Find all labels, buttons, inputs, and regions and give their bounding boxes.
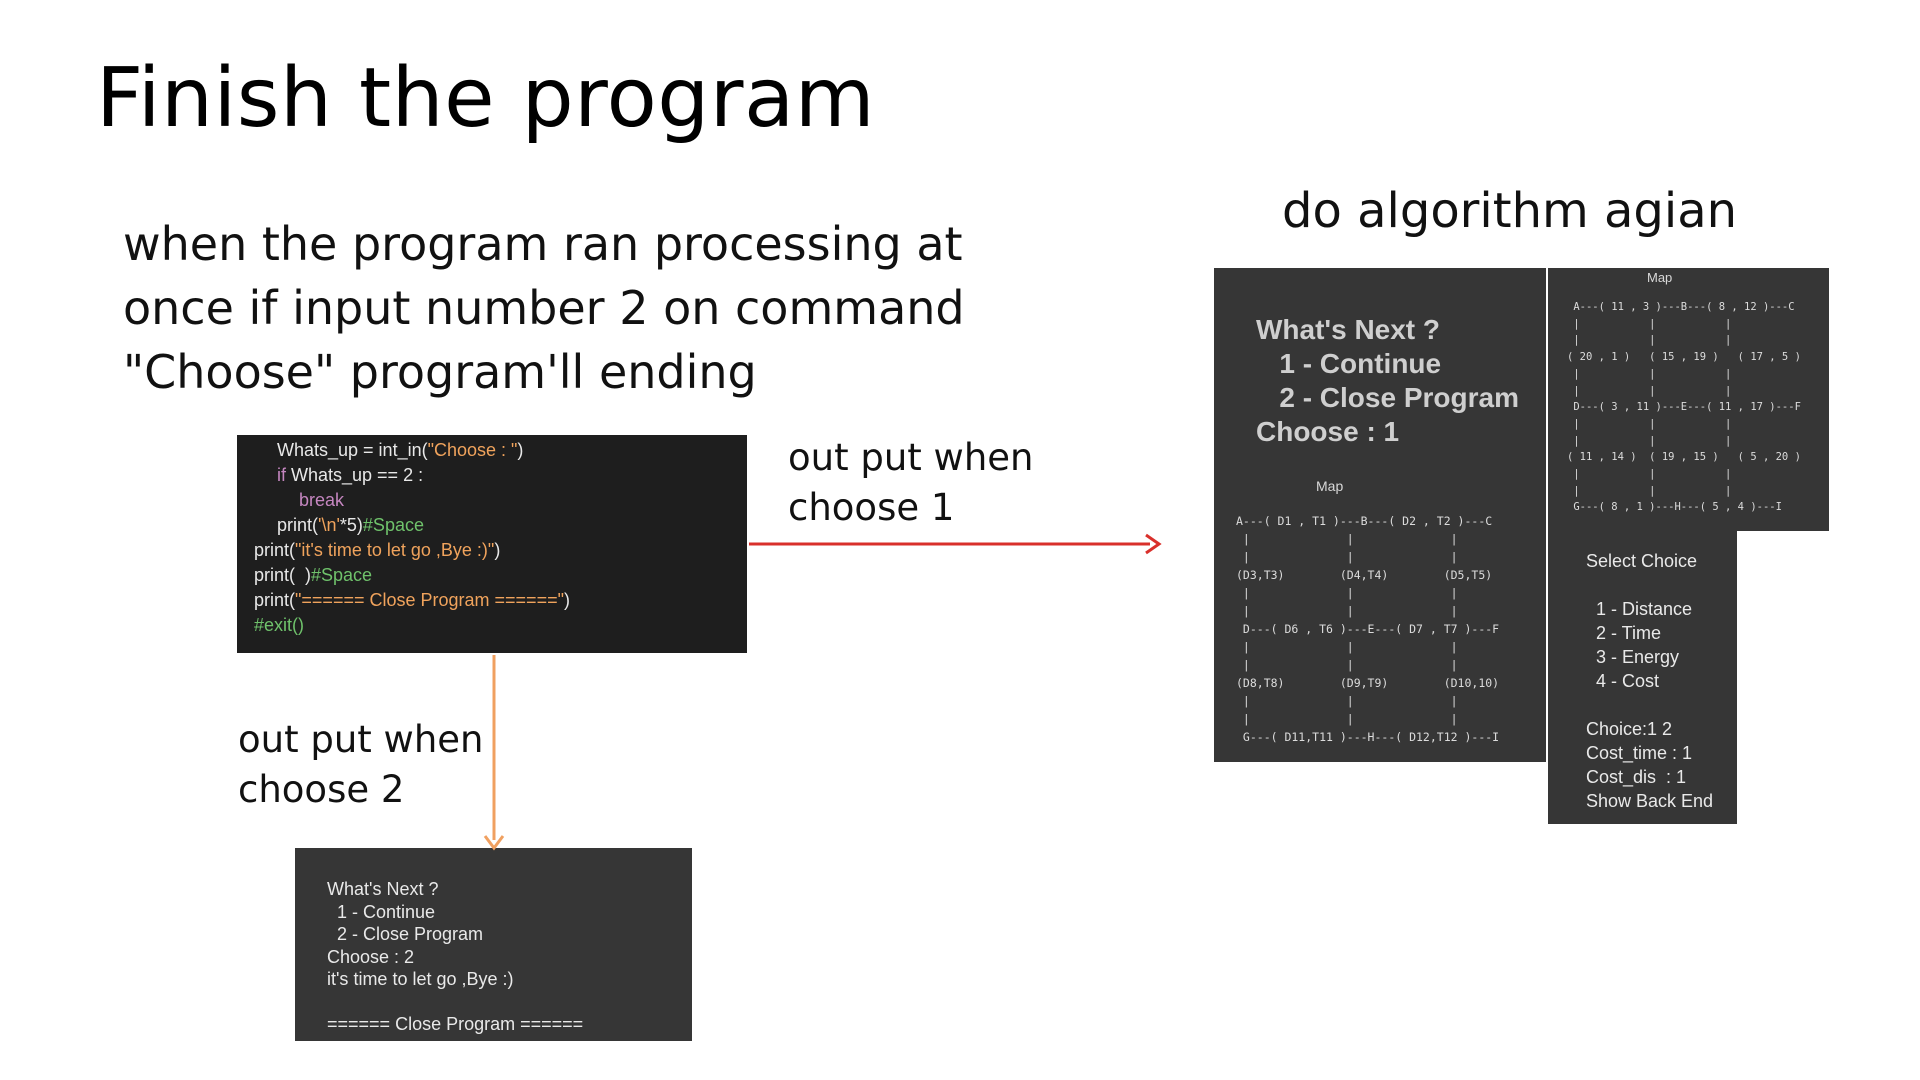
code-line: print('\n'*5)#Space <box>277 513 424 538</box>
terminal-line: What's Next ? <box>327 879 439 899</box>
label-line: out put when <box>238 718 484 761</box>
code-line: #exit() <box>254 613 304 638</box>
description-line: when the program ran processing at <box>123 217 963 271</box>
code-token: print( ) <box>254 565 312 585</box>
code-token: "====== Close Program ======" <box>295 590 564 610</box>
code-token: '\n' <box>318 515 340 535</box>
terminal-line: Choose : 1 <box>1256 416 1400 447</box>
code-token: print( <box>277 515 319 535</box>
code-token: print( <box>254 590 296 610</box>
terminal-map-values: Map A---( 11 , 3 )---B---( 8 , 12 )---C … <box>1548 268 1829 531</box>
label-choose-2: out put when choose 2 <box>238 715 484 815</box>
terminal-line: Show Back End <box>1586 791 1714 811</box>
description: when the program ran processing at once … <box>123 212 973 404</box>
terminal-line: it's time to let go ,Bye :) <box>327 969 514 989</box>
terminal-line: 1 - Continue <box>1256 348 1442 379</box>
label-choose-1: out put when choose 1 <box>788 433 1034 533</box>
code-token: *5) <box>339 515 363 535</box>
terminal-line: 4 - Cost <box>1586 671 1660 691</box>
code-token: print( <box>254 540 296 560</box>
terminal-line: What's Next ? <box>1256 314 1441 345</box>
terminal-line: Choose : 2 <box>327 946 415 967</box>
code-line: print("====== Close Program ======") <box>254 588 570 613</box>
map-ascii: A---( D1 , T1 )---B---( D2 , T2 )---C | … <box>1236 514 1500 744</box>
map-title: Map <box>1647 270 1673 285</box>
terminal-line: 2 - Close Program <box>1256 382 1519 413</box>
label-line: choose 1 <box>788 486 955 529</box>
map-title: Map <box>1316 478 1344 494</box>
code-token: "it's time to let go ,Bye :)" <box>295 540 495 560</box>
code-snippet: Whats_up = int_in("Choose : ") if Whats_u… <box>237 435 747 653</box>
terminal-output-choose-2: What's Next ? 1 - Continue 2 - Close Pro… <box>295 848 692 1041</box>
terminal-line: 2 - Time <box>1586 623 1662 643</box>
terminal-line: 3 - Energy <box>1586 647 1680 667</box>
description-line: once if input number 2 on command <box>123 281 965 335</box>
terminal-line: ====== Close Program ====== <box>327 1014 584 1034</box>
terminal-line: 1 - Distance <box>1586 599 1693 619</box>
terminal-line: Choice:1 2 <box>1586 719 1673 739</box>
code-token: if <box>277 465 286 485</box>
orange-arrow-icon <box>483 655 505 851</box>
label-line: choose 2 <box>238 768 405 811</box>
terminal-line: Select Choice <box>1586 551 1698 571</box>
code-token: Whats_up == 2 : <box>286 465 424 485</box>
next-menu: What's Next ? 1 - Continue 2 - Close Pro… <box>1256 313 1519 449</box>
code-token: #exit() <box>254 615 305 635</box>
code-token: #Space <box>311 565 373 585</box>
code-token: Whats_up = int_in( <box>277 440 428 460</box>
label-line: out put when <box>788 436 1034 479</box>
map-ascii: A---( 11 , 3 )---B---( 8 , 12 )---C | | … <box>1567 301 1801 514</box>
code-line: if Whats_up == 2 : <box>277 463 423 488</box>
terminal-line: Cost_time : 1 <box>1586 743 1693 763</box>
code-line: break <box>299 488 344 513</box>
code-token: ) <box>517 440 524 460</box>
code-token: #Space <box>362 515 424 535</box>
right-heading: do algorithm agian <box>1282 183 1738 239</box>
code-token: ) <box>563 590 570 610</box>
code-token: break <box>299 490 345 510</box>
code-line: print( )#Space <box>254 563 372 588</box>
terminal-select-choice: Select Choice 1 - Distance 2 - Time 3 - … <box>1548 531 1737 824</box>
terminal-line: Cost_dis : 1 <box>1586 767 1687 787</box>
code-line: print("it's time to let go ,Bye :)") <box>254 538 500 563</box>
code-token: ) <box>494 540 501 560</box>
red-arrow-icon <box>749 533 1162 555</box>
description-line: "Choose" program'll ending <box>123 345 757 399</box>
slide-title: Finish the program <box>96 51 876 146</box>
code-token: "Choose : " <box>427 440 518 460</box>
terminal-output-choose-1: What's Next ? 1 - Continue 2 - Close Pro… <box>1214 268 1546 762</box>
terminal-line: 2 - Close Program <box>327 924 484 944</box>
code-line: Whats_up = int_in("Choose : ") <box>277 438 523 463</box>
terminal-line: 1 - Continue <box>327 901 436 922</box>
